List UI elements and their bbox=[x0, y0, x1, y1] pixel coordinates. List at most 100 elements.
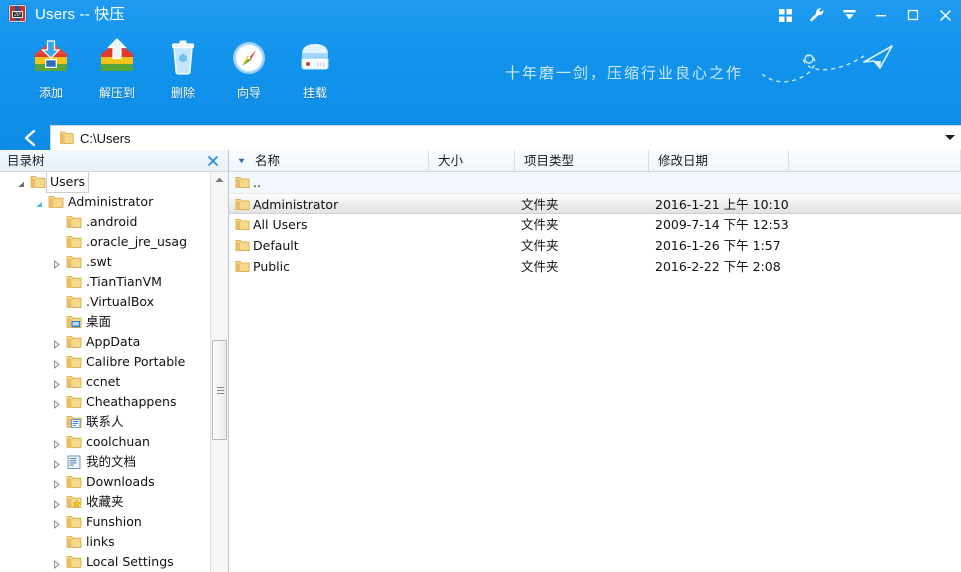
tree-item-桌面[interactable]: 桌面 bbox=[0, 312, 228, 332]
tree-item-cheathappens[interactable]: Cheathappens bbox=[0, 392, 228, 412]
expander-none[interactable] bbox=[52, 420, 61, 429]
tree-item-administrator[interactable]: Administrator bbox=[0, 192, 228, 212]
file-date-cell: 2009-7-14 下午 12:53 bbox=[655, 217, 789, 232]
close-button[interactable] bbox=[929, 0, 961, 30]
expander-none[interactable] bbox=[52, 220, 61, 229]
tree-item-label: AppData bbox=[86, 334, 141, 349]
table-row[interactable]: Default 文件夹 2016-1-26 下午 1:57 bbox=[229, 235, 961, 256]
tree-expander[interactable] bbox=[52, 298, 61, 307]
expander-collapsed-icon[interactable] bbox=[52, 259, 61, 270]
expander-collapsed-icon[interactable] bbox=[52, 379, 61, 390]
column-header-修改日期[interactable]: 修改日期 bbox=[649, 150, 789, 171]
folder-icon bbox=[66, 516, 82, 528]
tree-expander[interactable] bbox=[52, 498, 61, 510]
tree-expander[interactable] bbox=[52, 278, 61, 287]
toolbar-button-add[interactable]: 添加 bbox=[18, 36, 84, 102]
tree-item-downloads[interactable]: Downloads bbox=[0, 472, 228, 492]
tree-expander[interactable] bbox=[52, 478, 61, 490]
expander-collapsed-icon[interactable] bbox=[52, 459, 61, 470]
tree-item-funshion[interactable]: Funshion bbox=[0, 512, 228, 532]
expander-collapsed-icon[interactable] bbox=[52, 339, 61, 350]
tree-scroll-up-button[interactable] bbox=[211, 172, 228, 189]
tree-item-swt[interactable]: .swt bbox=[0, 252, 228, 272]
tree-item-联系人[interactable]: 联系人 bbox=[0, 412, 228, 432]
table-row[interactable]: Administrator 文件夹 2016-1-21 上午 10:10 bbox=[229, 193, 961, 214]
grid-view-button[interactable] bbox=[769, 0, 801, 30]
scrollbar-grip-icon bbox=[217, 387, 224, 394]
table-row[interactable]: All Users 文件夹 2009-7-14 下午 12:53 bbox=[229, 214, 961, 235]
tree-expander[interactable] bbox=[52, 218, 61, 227]
file-list-rows[interactable]: .. Administrator 文件夹 2016-1-21 上午 10:10 All … bbox=[229, 172, 961, 572]
tree-expander[interactable] bbox=[52, 238, 61, 247]
tree-item-appdata[interactable]: AppData bbox=[0, 332, 228, 352]
directory-tree[interactable]: Users Administrator .android .oracle_jre_us… bbox=[0, 172, 228, 572]
tree-expander[interactable] bbox=[52, 358, 61, 370]
tree-item-收藏夹[interactable]: 收藏夹 bbox=[0, 492, 228, 512]
tree-item-users[interactable]: Users bbox=[0, 172, 228, 193]
tree-expander[interactable] bbox=[52, 418, 61, 427]
tree-expander[interactable] bbox=[16, 178, 25, 187]
expander-collapsed-icon[interactable] bbox=[52, 399, 61, 410]
menu-button[interactable] bbox=[833, 0, 865, 30]
expander-collapsed-icon[interactable] bbox=[52, 439, 61, 450]
tree-item-links[interactable]: links bbox=[0, 532, 228, 552]
expander-expanded-icon[interactable] bbox=[16, 180, 25, 189]
tree-item-oracle-jre-usag[interactable]: .oracle_jre_usag bbox=[0, 232, 228, 252]
column-header-名称[interactable]: 名称 bbox=[229, 150, 429, 171]
back-button[interactable] bbox=[22, 128, 46, 148]
expander-none[interactable] bbox=[52, 240, 61, 249]
tree-expander[interactable] bbox=[34, 198, 43, 207]
tree-expander[interactable] bbox=[52, 398, 61, 410]
column-header-blank[interactable] bbox=[789, 150, 961, 171]
tree-expander[interactable] bbox=[52, 538, 61, 547]
table-row[interactable]: Public 文件夹 2016-2-22 下午 2:08 bbox=[229, 256, 961, 277]
promo-slogan: 十年磨一剑，压缩行业良心之作 bbox=[505, 64, 744, 82]
tree-expander[interactable] bbox=[52, 258, 61, 270]
minimize-button[interactable] bbox=[865, 0, 897, 30]
tree-expander[interactable] bbox=[52, 558, 61, 570]
tree-item-virtualbox[interactable]: .VirtualBox bbox=[0, 292, 228, 312]
tree-item-ccnet[interactable]: ccnet bbox=[0, 372, 228, 392]
maximize-button[interactable] bbox=[897, 0, 929, 30]
close-icon bbox=[939, 9, 951, 21]
expander-collapsed-icon[interactable] bbox=[52, 559, 61, 570]
expander-collapsed-icon[interactable] bbox=[52, 519, 61, 530]
column-header-项目类型[interactable]: 项目类型 bbox=[515, 150, 649, 171]
toolbar-button-mount[interactable]: 挂载 bbox=[282, 36, 348, 102]
tree-scrollbar[interactable] bbox=[210, 172, 228, 572]
tree-expander[interactable] bbox=[52, 338, 61, 350]
tree-item-coolchuan[interactable]: coolchuan bbox=[0, 432, 228, 452]
tree-expander[interactable] bbox=[52, 378, 61, 390]
tree-item-label: Administrator bbox=[68, 194, 154, 209]
file-list-column-headers: 名称 大小 项目类型 修改日期 bbox=[229, 150, 961, 172]
main-content: 目录树 Users Administrator .android .oracle_jr… bbox=[0, 150, 961, 572]
tree-item-我的文档[interactable]: 我的文档 bbox=[0, 452, 228, 472]
tree-panel-close-button[interactable] bbox=[205, 153, 221, 169]
expander-none[interactable] bbox=[52, 280, 61, 289]
tree-item-tiantianvm[interactable]: .TianTianVM bbox=[0, 272, 228, 292]
tree-expander[interactable] bbox=[52, 318, 61, 327]
tools-button[interactable] bbox=[801, 0, 833, 30]
tree-item-android[interactable]: .android bbox=[0, 212, 228, 232]
expander-none[interactable] bbox=[52, 540, 61, 549]
tree-expander[interactable] bbox=[52, 518, 61, 530]
expander-none[interactable] bbox=[52, 300, 61, 309]
table-row[interactable]: .. bbox=[229, 172, 961, 193]
toolbar-button-extract[interactable]: 解压到 bbox=[84, 36, 150, 102]
expander-none[interactable] bbox=[52, 320, 61, 329]
tree-item-calibre-portable[interactable]: Calibre Portable bbox=[0, 352, 228, 372]
tree-scrollbar-thumb[interactable] bbox=[212, 340, 227, 440]
expander-expanded-icon[interactable] bbox=[34, 200, 43, 209]
address-dropdown-button[interactable] bbox=[945, 135, 955, 140]
toolbar-button-wizard[interactable]: 向导 bbox=[216, 36, 282, 102]
expander-collapsed-icon[interactable] bbox=[52, 479, 61, 490]
file-name-cell: .. bbox=[253, 175, 261, 190]
column-header-大小[interactable]: 大小 bbox=[429, 150, 515, 171]
tree-item-local-settings[interactable]: Local Settings bbox=[0, 552, 228, 572]
tree-expander[interactable] bbox=[52, 458, 61, 470]
address-bar[interactable]: C:\Users bbox=[50, 125, 961, 150]
tree-expander[interactable] bbox=[52, 438, 61, 450]
expander-collapsed-icon[interactable] bbox=[52, 499, 61, 510]
expander-collapsed-icon[interactable] bbox=[52, 359, 61, 370]
toolbar-button-delete[interactable]: 删除 bbox=[150, 36, 216, 102]
